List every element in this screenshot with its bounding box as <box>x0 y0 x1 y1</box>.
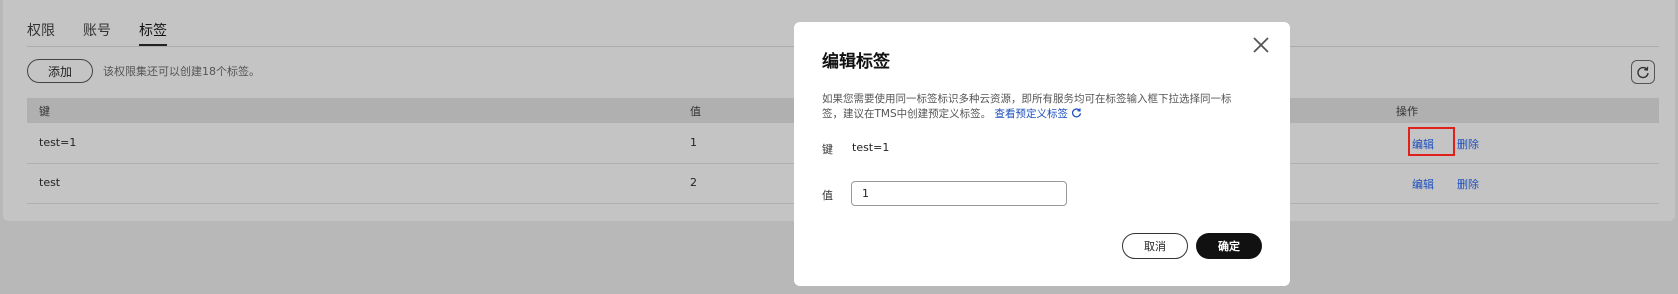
edit-highlight-box <box>1408 127 1455 156</box>
tab-bar: 权限 账号 标签 <box>27 18 167 46</box>
close-button[interactable] <box>1250 34 1272 56</box>
predefined-tags-link[interactable]: 查看预定义标签 <box>994 108 1082 120</box>
predefined-tags-link-label: 查看预定义标签 <box>994 108 1068 120</box>
column-header-actions: 操作 <box>1396 105 1418 118</box>
value-label: 值 <box>822 189 833 202</box>
column-header-value: 值 <box>690 105 701 118</box>
tab-tags[interactable]: 标签 <box>139 18 167 46</box>
link-refresh-icon <box>1072 108 1082 118</box>
key-label: 键 <box>822 143 833 156</box>
tab-permissions[interactable]: 权限 <box>27 18 55 46</box>
key-value: test=1 <box>852 141 890 154</box>
tab-accounts[interactable]: 账号 <box>83 18 111 46</box>
dialog-title: 编辑标签 <box>822 52 890 72</box>
quota-text: 该权限集还可以创建18个标签。 <box>103 65 260 78</box>
close-icon <box>1253 37 1269 53</box>
delete-link[interactable]: 删除 <box>1457 176 1479 192</box>
refresh-button[interactable] <box>1631 60 1655 84</box>
add-tag-button[interactable]: 添加 <box>27 59 93 83</box>
row-key: test <box>39 176 61 189</box>
dialog-description: 如果您需要使用同一标签标识多种云资源，即所有服务均可在标签输入框下拉选择同一标签… <box>822 92 1252 122</box>
cancel-button[interactable]: 取消 <box>1122 233 1188 259</box>
row-value: 2 <box>690 176 697 189</box>
value-input[interactable] <box>851 181 1067 206</box>
confirm-button[interactable]: 确定 <box>1196 233 1262 259</box>
row-key: test=1 <box>39 136 77 149</box>
delete-link[interactable]: 删除 <box>1457 136 1479 152</box>
column-header-key: 键 <box>39 105 50 118</box>
row-value: 1 <box>690 136 697 149</box>
edit-link[interactable]: 编辑 <box>1412 176 1434 192</box>
edit-tag-dialog: 编辑标签 如果您需要使用同一标签标识多种云资源，即所有服务均可在标签输入框下拉选… <box>794 22 1290 286</box>
refresh-icon <box>1637 66 1649 79</box>
